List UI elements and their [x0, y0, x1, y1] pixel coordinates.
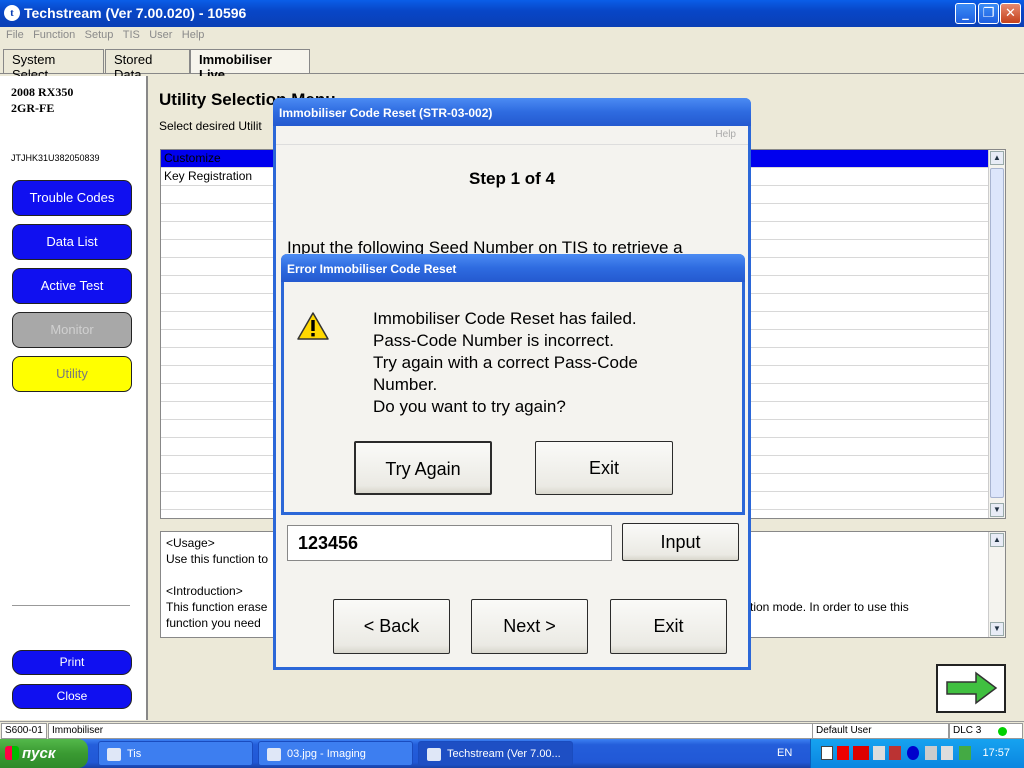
start-label: пуск	[22, 745, 56, 762]
usage-scrollbar[interactable]: ▲ ▼	[988, 532, 1005, 637]
menu-bar: File Function Setup TIS User Help	[0, 27, 1024, 45]
status-code: S600-01	[1, 723, 47, 739]
status-user: Default User	[812, 723, 949, 739]
monitor-button: Monitor	[12, 312, 132, 348]
clock: 17:57	[982, 747, 1010, 759]
trouble-codes-button[interactable]: Trouble Codes	[12, 180, 132, 216]
try-again-button[interactable]: Try Again	[354, 441, 492, 495]
error-exit-button[interactable]: Exit	[535, 441, 673, 495]
list-scrollbar[interactable]: ▲ ▼	[988, 150, 1005, 518]
error-message: Immobiliser Code Reset has failed. Pass-…	[373, 308, 638, 418]
menu-user[interactable]: User	[149, 29, 172, 41]
exit-button[interactable]: Exit	[610, 599, 727, 654]
error-line: Number.	[373, 375, 438, 394]
menu-setup[interactable]: Setup	[85, 29, 114, 41]
taskbar-item-techstream[interactable]: Techstream (Ver 7.00...	[418, 741, 573, 766]
safely-remove-icon	[959, 746, 971, 760]
close-window-button[interactable]: ✕	[1000, 3, 1021, 24]
list-item-label: Customize	[164, 151, 221, 165]
error-line: Do you want to try again?	[373, 397, 566, 416]
e-app-icon	[837, 746, 849, 760]
intro-text-right: tration mode. In order to use this	[736, 600, 909, 614]
image-icon	[267, 748, 281, 761]
windows-flag-icon	[5, 746, 19, 760]
error-line: Pass-Code Number is incorrect.	[373, 331, 614, 350]
close-button[interactable]: Close	[12, 684, 132, 709]
techstream-icon	[427, 748, 441, 761]
battery-icon	[821, 746, 833, 760]
scroll-down-icon[interactable]: ▼	[990, 622, 1004, 636]
sidebar-divider	[12, 605, 130, 606]
system-tray: 17:57	[810, 739, 1024, 768]
vehicle-model: 2008 RX350 2GR-FE	[11, 84, 73, 116]
error-line: Try again with a correct Pass-Code	[373, 353, 638, 372]
tools-icon	[925, 746, 937, 760]
status-dlc: DLC 3	[949, 723, 1023, 739]
vin-number: JTJHK31U382050839	[11, 153, 100, 163]
help-link[interactable]: Help	[715, 129, 736, 140]
scroll-up-icon[interactable]: ▲	[990, 533, 1004, 547]
warning-icon	[297, 312, 329, 340]
ati-icon	[853, 746, 869, 760]
tab-system-select[interactable]: System Select	[3, 49, 104, 82]
back-button[interactable]: < Back	[333, 599, 450, 654]
page-subtitle: Select desired Utilit	[159, 119, 262, 133]
error-dialog: Error Immobiliser Code Reset Immobiliser…	[281, 254, 745, 515]
next-button[interactable]: Next >	[471, 599, 588, 654]
code-input[interactable]: 123456	[287, 525, 612, 561]
tab-immobiliser-live[interactable]: Immobiliser Live	[190, 49, 310, 82]
taskbar-item-tis[interactable]: Tis	[98, 741, 253, 766]
arrow-right-icon	[946, 671, 998, 705]
dialog-title: Immobiliser Code Reset (STR-03-002)	[273, 98, 751, 126]
step-indicator: Step 1 of 4	[469, 169, 555, 188]
next-arrow-button[interactable]	[936, 664, 1006, 713]
tab-stored-data[interactable]: Stored Data	[105, 49, 190, 82]
taskbar-item-label: Techstream (Ver 7.00...	[447, 748, 561, 760]
scroll-thumb[interactable]	[990, 168, 1004, 498]
data-list-button[interactable]: Data List	[12, 224, 132, 260]
bluetooth-icon	[907, 746, 919, 760]
utility-button[interactable]: Utility	[12, 356, 132, 392]
taskbar-item-label: Tis	[127, 748, 142, 760]
vehicle-engine: 2GR-FE	[11, 101, 55, 115]
input-button[interactable]: Input	[622, 523, 739, 561]
network-icon	[873, 746, 885, 760]
wireless-icon	[941, 746, 953, 760]
intro-text: This function erase	[166, 600, 268, 614]
status-bar: S600-01 Immobiliser Default User DLC 3	[0, 721, 1024, 739]
status-module: Immobiliser	[48, 723, 813, 739]
taskbar: пуск Tis 03.jpg - Imaging Techstream (Ve…	[0, 739, 1024, 768]
tray-app-icon	[889, 746, 901, 760]
maximize-button[interactable]: ❐	[978, 3, 999, 24]
techstream-icon: t	[4, 5, 20, 21]
minimize-button[interactable]: _	[955, 3, 976, 24]
print-button[interactable]: Print	[12, 650, 132, 675]
scroll-down-icon[interactable]: ▼	[990, 503, 1004, 517]
title-bar: t Techstream (Ver 7.00.020) - 10596 _ ❐ …	[0, 0, 1024, 27]
error-line: Immobiliser Code Reset has failed.	[373, 309, 637, 328]
dialog-divider	[276, 144, 748, 145]
window-icon	[107, 748, 121, 761]
window-title: Techstream (Ver 7.00.020) - 10596	[24, 5, 247, 21]
dlc-status-icon	[998, 727, 1007, 736]
active-test-button[interactable]: Active Test	[12, 268, 132, 304]
tab-bar: System Select Stored Data Immobiliser Li…	[0, 46, 1024, 82]
menu-tis[interactable]: TIS	[123, 29, 140, 41]
scroll-up-icon[interactable]: ▲	[990, 151, 1004, 165]
list-item-label: Key Registration	[164, 169, 253, 183]
left-panel: 2008 RX350 2GR-FE JTJHK31U382050839 Trou…	[0, 76, 148, 720]
taskbar-item-label: 03.jpg - Imaging	[287, 748, 366, 760]
vehicle-model-year: 2008 RX350	[11, 85, 74, 99]
menu-file[interactable]: File	[6, 29, 24, 41]
taskbar-item-imaging[interactable]: 03.jpg - Imaging	[258, 741, 413, 766]
language-indicator[interactable]: EN	[777, 747, 792, 759]
error-dialog-title: Error Immobiliser Code Reset	[281, 254, 745, 282]
menu-function[interactable]: Function	[33, 29, 75, 41]
menu-help[interactable]: Help	[182, 29, 205, 41]
start-button[interactable]: пуск	[0, 739, 88, 768]
